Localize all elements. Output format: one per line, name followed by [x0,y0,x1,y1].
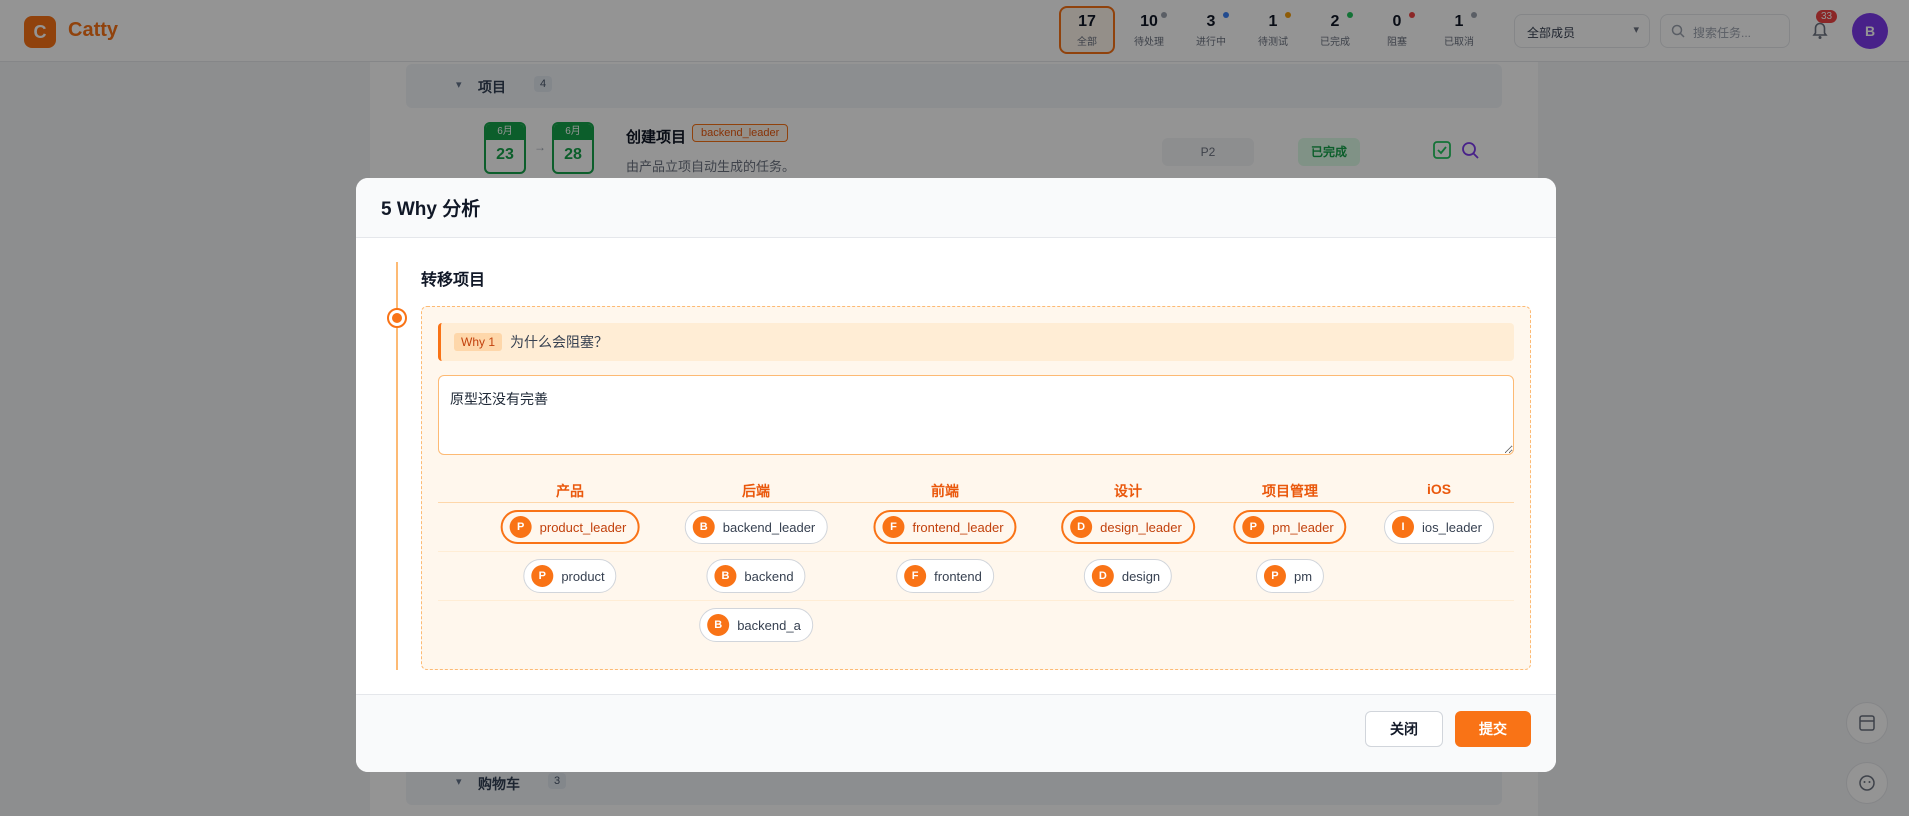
chip-label: product [561,568,605,584]
avatar: B [707,614,730,636]
assignee-chip-design-leader[interactable]: D design_leader [1061,510,1195,544]
chip-label: ios_leader [1422,519,1482,535]
why-question: Why 1 为什么会阻塞？ [438,323,1514,361]
avatar: P [531,565,554,587]
five-why-modal: 5 Why 分析 转移项目 Why 1 为什么会阻塞？ 原型还没有完善 产品 后… [356,178,1556,772]
modal-body: 转移项目 Why 1 为什么会阻塞？ 原型还没有完善 产品 后端 前端 设计 项… [356,238,1556,694]
chip-label: design_leader [1100,519,1182,535]
avatar: B [692,516,715,538]
close-button[interactable]: 关闭 [1365,711,1443,747]
assignee-chip-frontend-leader[interactable]: F frontend_leader [873,510,1017,544]
chip-label: product_leader [539,519,627,535]
project-title: 转移项目 [421,272,486,289]
avatar: F [882,516,905,538]
assignee-chip-product[interactable]: P product [523,559,617,593]
column-header-product: 产品 [556,483,584,499]
submit-button[interactable]: 提交 [1455,711,1531,747]
assignee-chip-pm-leader[interactable]: P pm_leader [1233,510,1347,544]
assignee-chip-pm[interactable]: P pm [1255,559,1325,593]
why-question-text: 为什么会阻塞？ [510,334,609,350]
avatar: D [1070,516,1093,538]
avatar: B [714,565,737,587]
column-header-frontend: 前端 [931,483,959,499]
chip-label: backend_leader [722,519,816,535]
chip-label: backend_a [737,617,801,633]
chip-label: frontend_leader [912,519,1004,535]
assignee-chip-backend[interactable]: B backend [706,559,806,593]
role-row: B backend_a [438,601,1514,650]
chip-label: pm_leader [1272,519,1334,535]
chip-label: design [1121,568,1161,584]
column-header-ios: iOS [1426,481,1452,497]
modal-header: 5 Why 分析 [356,178,1556,238]
assignee-chip-ios-leader[interactable]: I ios_leader [1384,510,1494,544]
column-header-design: 设计 [1114,483,1142,499]
role-row: P product_leader B backend_leader F fron… [438,503,1514,552]
why-answer-field[interactable]: 原型还没有完善 [438,375,1514,455]
avatar: F [904,565,927,587]
assignee-chip-backend-a[interactable]: B backend_a [699,608,813,642]
role-header-row: 产品 后端 前端 设计 项目管理 iOS [438,475,1514,503]
timeline-node-icon [387,308,407,328]
avatar: P [1242,516,1265,538]
role-row: P product B backend F frontend D design [438,552,1514,601]
why-level-badge: Why 1 [454,333,503,351]
avatar: P [509,516,532,538]
assignee-chip-design[interactable]: D design [1083,559,1173,593]
why-section: Why 1 为什么会阻塞？ 原型还没有完善 产品 后端 前端 设计 项目管理 i… [421,306,1531,670]
chip-label: pm [1293,568,1313,584]
modal-title: 5 Why 分析 [381,199,481,220]
column-header-pm: 项目管理 [1262,483,1318,499]
avatar: P [1263,565,1286,587]
assignee-chip-backend-leader[interactable]: B backend_leader [684,510,828,544]
assignee-chip-product-leader[interactable]: P product_leader [500,510,640,544]
modal-footer: 关闭 提交 [356,694,1556,772]
chip-label: backend [744,568,794,584]
avatar: I [1392,516,1414,538]
avatar: D [1091,565,1114,587]
chip-label: frontend [934,568,982,584]
assignee-role-table: 产品 后端 前端 设计 项目管理 iOS P product_leader B … [438,475,1514,650]
column-header-backend: 后端 [742,483,770,499]
assignee-chip-frontend[interactable]: F frontend [896,559,994,593]
